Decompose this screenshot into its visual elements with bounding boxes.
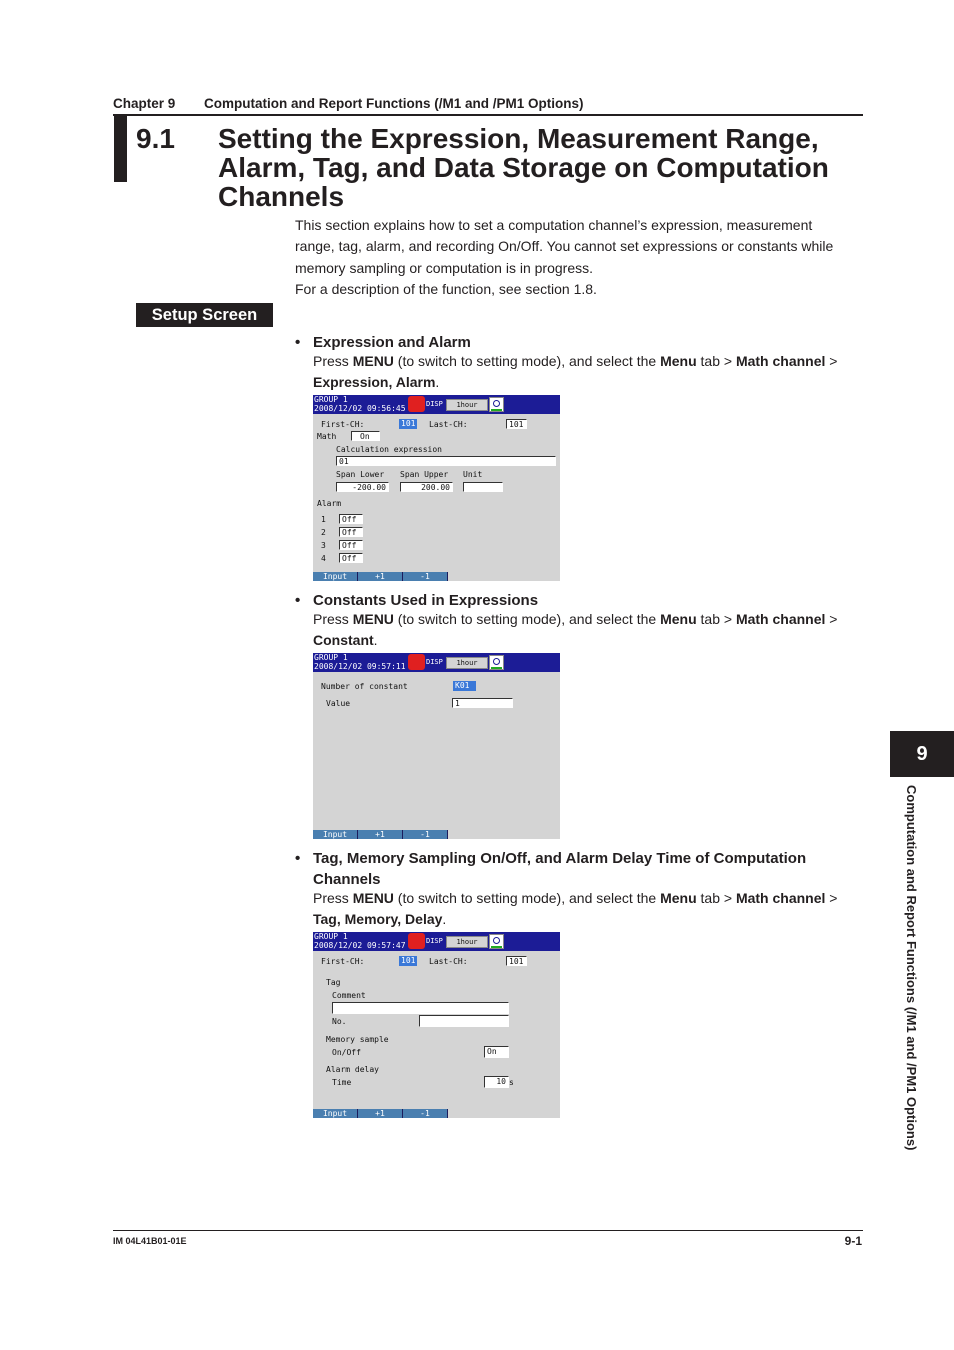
unit-field[interactable] <box>463 482 503 492</box>
span-lower-field[interactable]: -200.00 <box>336 482 389 492</box>
label: Alarm delay <box>326 1065 379 1074</box>
label: Math <box>317 432 337 441</box>
unit-label: s <box>509 1078 514 1087</box>
screen-expression-alarm: GROUP 1 2008/12/02 09:56:45 DISP 1hour Firs… <box>313 395 560 581</box>
manual-page: Chapter 9 Computation and Report Functio… <box>0 0 954 1350</box>
first-ch-field[interactable]: 101 <box>399 956 418 966</box>
soft-keys: Input +1 -1 <box>313 1109 448 1118</box>
plus-one-key[interactable]: +1 <box>358 830 403 839</box>
alarm-number: 2 <box>321 528 326 537</box>
alarm-number: 3 <box>321 541 326 550</box>
intro-text: This section explains how to set a compu… <box>295 215 855 300</box>
minus-one-key[interactable]: -1 <box>403 830 448 839</box>
section-title: Setting the Expression, Measurement Rang… <box>218 123 829 212</box>
label: Time <box>332 1078 352 1087</box>
doc-id: IM 04L41B01-01E <box>113 1236 187 1246</box>
plus-one-key[interactable]: +1 <box>358 1109 403 1118</box>
label: Value <box>326 699 351 708</box>
status-bar: GROUP 1 2008/12/02 09:56:45 DISP 1hour <box>313 395 560 414</box>
instruction: Press MENU (to switch to setting mode), … <box>313 890 838 927</box>
alarm-number: 1 <box>321 515 326 524</box>
alarm-number: 4 <box>321 554 326 563</box>
alarm-field[interactable]: Off <box>339 527 363 537</box>
span-upper-field[interactable]: 200.00 <box>400 482 453 492</box>
label: Last-CH: <box>429 420 468 429</box>
screen-constant: GROUP 1 2008/12/02 09:57:11 DISP 1hour Numb… <box>313 653 560 839</box>
end-indicator-icon <box>408 933 425 949</box>
last-ch-field[interactable]: 101 <box>506 956 527 966</box>
minus-one-key[interactable]: -1 <box>403 1109 448 1118</box>
tag-comment-field[interactable] <box>332 1002 509 1014</box>
media-icon <box>489 655 504 670</box>
chapter-tab-text: Computation and Report Functions (/M1 an… <box>904 785 919 1151</box>
input-key[interactable]: Input <box>313 1109 358 1118</box>
chapter-tab: 9 <box>890 731 954 777</box>
label: First-CH: <box>321 957 365 966</box>
constant-number-field[interactable]: K01 <box>453 681 476 691</box>
section-number: 9.1 <box>136 123 175 154</box>
label: Comment <box>332 991 366 1000</box>
trend-interval: 1hour <box>446 657 488 669</box>
label: Last-CH: <box>429 957 468 966</box>
memory-sample-field[interactable]: On <box>484 1046 509 1058</box>
input-key[interactable]: Input <box>313 572 358 581</box>
constant-value-field[interactable]: 1 <box>452 698 513 708</box>
first-ch-field[interactable]: 101 <box>399 419 418 429</box>
label: No. <box>332 1017 347 1026</box>
status-bar: GROUP 1 2008/12/02 09:57:11 DISP 1hour <box>313 653 560 672</box>
media-icon <box>489 397 504 412</box>
setup-screen-label: Setup Screen <box>136 303 273 327</box>
tag-no-field[interactable] <box>419 1015 509 1027</box>
minus-one-key[interactable]: -1 <box>403 572 448 581</box>
label: Memory sample <box>326 1035 389 1044</box>
plus-one-key[interactable]: +1 <box>358 572 403 581</box>
label: Calculation expression <box>336 445 442 454</box>
label: Unit <box>463 470 483 479</box>
chapter-label: Chapter 9 <box>113 96 176 111</box>
footer-rule <box>113 1230 863 1231</box>
status-bar: GROUP 1 2008/12/02 09:57:47 DISP 1hour <box>313 932 560 951</box>
end-indicator-icon <box>408 396 425 412</box>
label: First-CH: <box>321 420 365 429</box>
trend-interval: 1hour <box>446 936 488 948</box>
alarm-field[interactable]: Off <box>339 514 363 524</box>
instruction: Press MENU (to switch to setting mode), … <box>313 611 838 648</box>
alarm-field[interactable]: Off <box>339 553 363 563</box>
intro-paragraph: This section explains how to set a compu… <box>295 217 834 276</box>
chapter-title: Computation and Report Functions (/M1 an… <box>204 96 584 111</box>
math-field[interactable]: On <box>351 431 380 441</box>
label: Tag <box>326 978 341 987</box>
calc-expression-field[interactable]: 01 <box>336 456 556 466</box>
end-indicator-icon <box>408 654 425 670</box>
label: Alarm <box>317 499 342 508</box>
label: Span Upper <box>400 470 449 479</box>
screen-tag-memory-delay: GROUP 1 2008/12/02 09:57:47 DISP 1hour Firs… <box>313 932 560 1118</box>
input-key[interactable]: Input <box>313 830 358 839</box>
label: Span Lower <box>336 470 385 479</box>
intro-paragraph: For a description of the function, see s… <box>295 280 597 297</box>
alarm-delay-field[interactable]: 10 <box>484 1076 509 1088</box>
label: Number of constant <box>321 682 408 691</box>
instruction: Press MENU (to switch to setting mode), … <box>313 353 838 390</box>
soft-keys: Input +1 -1 <box>313 830 448 839</box>
section-bar <box>114 115 127 182</box>
page-number: 9-1 <box>844 1234 862 1248</box>
soft-keys: Input +1 -1 <box>313 572 448 581</box>
last-ch-field[interactable]: 101 <box>506 419 527 429</box>
media-icon <box>489 934 504 949</box>
label: On/Off <box>332 1048 361 1057</box>
alarm-field[interactable]: Off <box>339 540 363 550</box>
header-rule <box>113 114 863 116</box>
trend-interval: 1hour <box>446 399 488 411</box>
